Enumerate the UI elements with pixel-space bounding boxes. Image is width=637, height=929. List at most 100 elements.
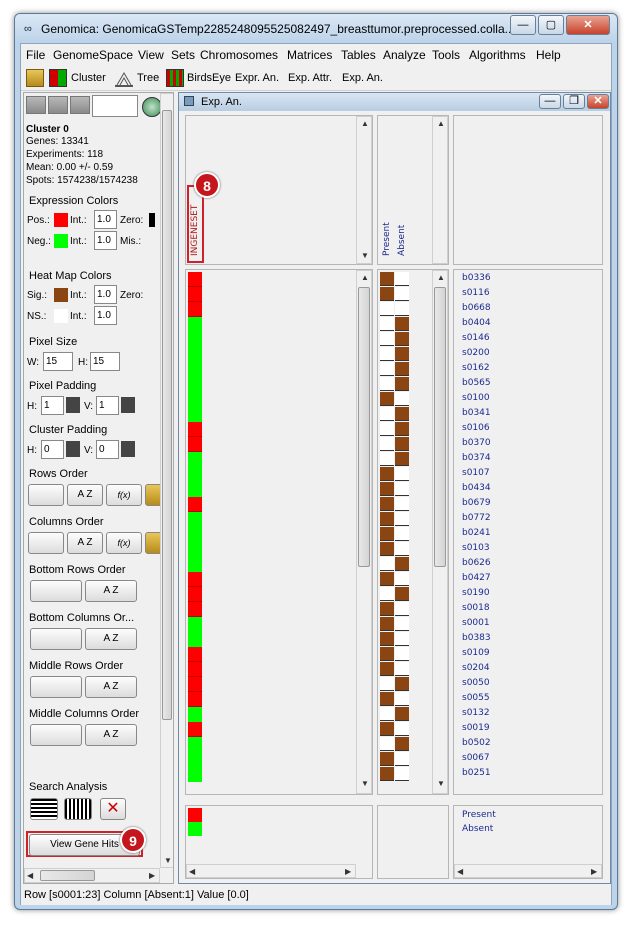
row-label[interactable]: s0146 xyxy=(462,333,490,343)
attr-cell[interactable] xyxy=(380,767,394,781)
side-panel-hscrollbar[interactable]: ◀ ▶ xyxy=(24,868,160,883)
heat-cell[interactable] xyxy=(188,632,202,647)
toolbar-exp-an[interactable]: Exp. An. xyxy=(342,72,383,84)
attr-cell[interactable] xyxy=(380,587,394,601)
columns-order-function-button[interactable]: f(x) xyxy=(106,532,142,554)
row-label[interactable]: b0626 xyxy=(462,558,491,568)
attr-cell[interactable] xyxy=(395,497,409,511)
row-label[interactable]: s0106 xyxy=(462,423,490,433)
attr-vscroll-thumb[interactable] xyxy=(434,287,446,567)
globe-icon[interactable] xyxy=(142,97,162,117)
heat-cell[interactable] xyxy=(188,752,202,767)
menu-genomespace[interactable]: GenomeSpace xyxy=(53,48,133,62)
menu-view[interactable]: View xyxy=(138,48,164,62)
attr-cell[interactable] xyxy=(380,527,394,541)
row-label[interactable]: b0502 xyxy=(462,738,491,748)
bottom-scroll-left-icon[interactable]: ◀ xyxy=(189,867,195,876)
heat-cell[interactable] xyxy=(188,707,202,722)
header-vscrollbar[interactable]: ▲ ▼ xyxy=(356,116,372,264)
heat-cell[interactable] xyxy=(188,647,202,662)
heat-cell[interactable] xyxy=(188,602,202,617)
attr-cell[interactable] xyxy=(380,602,394,616)
heatmap-vscrollbar[interactable]: ▲ ▼ xyxy=(356,270,372,794)
attr-cell[interactable] xyxy=(395,752,409,766)
attr-cell[interactable] xyxy=(395,722,409,736)
attr-cell[interactable] xyxy=(395,437,409,451)
forward-icon[interactable] xyxy=(70,96,90,114)
attr-cell[interactable] xyxy=(395,272,409,286)
attr-cell[interactable] xyxy=(395,647,409,661)
heat-cell[interactable] xyxy=(188,767,202,782)
middle-rows-az-button[interactable]: A Z xyxy=(85,676,137,698)
pixel-padding-h-field[interactable]: 1 xyxy=(41,396,64,415)
bottom-heat-cell[interactable] xyxy=(188,822,202,836)
heat-cell[interactable] xyxy=(188,422,202,437)
pixel-padding-h-color[interactable] xyxy=(66,397,80,413)
attr-cell[interactable] xyxy=(380,362,394,376)
menu-analyze[interactable]: Analyze xyxy=(383,48,426,62)
row-label[interactable]: b0374 xyxy=(462,453,491,463)
middle-columns-az-button[interactable]: A Z xyxy=(85,724,137,746)
attr-cell[interactable] xyxy=(380,347,394,361)
attr-cell[interactable] xyxy=(395,482,409,496)
attr-cell[interactable] xyxy=(380,407,394,421)
scroll-down-icon[interactable]: ▼ xyxy=(164,856,172,865)
row-label[interactable]: s0132 xyxy=(462,708,490,718)
up-icon[interactable] xyxy=(48,96,68,114)
attr-cell[interactable] xyxy=(395,737,409,751)
bottom-label-absent[interactable]: Absent xyxy=(462,824,493,834)
heat-cell[interactable] xyxy=(188,542,202,557)
attr-cell[interactable] xyxy=(395,317,409,331)
row-label[interactable]: s0103 xyxy=(462,543,490,553)
attr-cell[interactable] xyxy=(380,317,394,331)
menu-chromosomes[interactable]: Chromosomes xyxy=(200,48,278,62)
header-scroll-up-icon[interactable]: ▲ xyxy=(361,119,369,128)
toolbar-cluster[interactable]: Cluster xyxy=(71,72,106,84)
row-label[interactable]: s0019 xyxy=(462,723,490,733)
pixel-width-field[interactable]: 15 xyxy=(43,352,73,371)
heat-cell[interactable] xyxy=(188,452,202,467)
maximize-button[interactable]: ▢ xyxy=(538,15,564,35)
row-label[interactable]: s0204 xyxy=(462,663,490,673)
attr-cell[interactable] xyxy=(395,452,409,466)
row-label[interactable]: s0055 xyxy=(462,693,490,703)
cluster-padding-h-color[interactable] xyxy=(66,441,80,457)
pixel-padding-v-field[interactable]: 1 xyxy=(96,396,119,415)
heat-cell[interactable] xyxy=(188,377,202,392)
row-label[interactable]: b0427 xyxy=(462,573,491,583)
attr-cell[interactable] xyxy=(395,617,409,631)
sig-int-field[interactable]: 1.0 xyxy=(94,285,117,304)
cluster-icon[interactable] xyxy=(49,69,67,87)
rows-order-az-button[interactable]: A Z xyxy=(67,484,103,506)
menu-file[interactable]: File xyxy=(26,48,45,62)
attr-cell[interactable] xyxy=(395,692,409,706)
scroll-left-icon[interactable]: ◀ xyxy=(27,871,33,880)
frame-restore-button[interactable]: ❐ xyxy=(563,94,585,109)
attr-cell[interactable] xyxy=(380,467,394,481)
attr-cell[interactable] xyxy=(380,272,394,286)
neg-color-swatch[interactable] xyxy=(54,234,68,248)
toolbar-exp-attr[interactable]: Exp. Attr. xyxy=(288,72,332,84)
heat-cell[interactable] xyxy=(188,512,202,527)
frame-close-button[interactable]: ✕ xyxy=(587,94,609,109)
minimize-button[interactable]: — xyxy=(510,15,536,35)
heat-cell[interactable] xyxy=(188,737,202,752)
row-label[interactable]: b0668 xyxy=(462,303,491,313)
heatmap-scroll-down-icon[interactable]: ▼ xyxy=(361,779,369,788)
attr-cell[interactable] xyxy=(395,347,409,361)
attr-matrix-scroll-up-icon[interactable]: ▲ xyxy=(437,273,445,282)
attr-cell[interactable] xyxy=(395,587,409,601)
row-label[interactable]: b0434 xyxy=(462,483,491,493)
attr-cell[interactable] xyxy=(395,302,409,316)
attr-cell[interactable] xyxy=(380,482,394,496)
row-label[interactable]: s0162 xyxy=(462,363,490,373)
heat-cell[interactable] xyxy=(188,557,202,572)
heat-cell[interactable] xyxy=(188,362,202,377)
pixel-padding-v-color[interactable] xyxy=(121,397,135,413)
ns-color-swatch[interactable] xyxy=(54,309,68,323)
row-label[interactable]: b0404 xyxy=(462,318,491,328)
attr-cell[interactable] xyxy=(380,692,394,706)
attr-cell[interactable] xyxy=(395,542,409,556)
attr-cell[interactable] xyxy=(380,392,394,406)
attr-cell[interactable] xyxy=(395,767,409,781)
